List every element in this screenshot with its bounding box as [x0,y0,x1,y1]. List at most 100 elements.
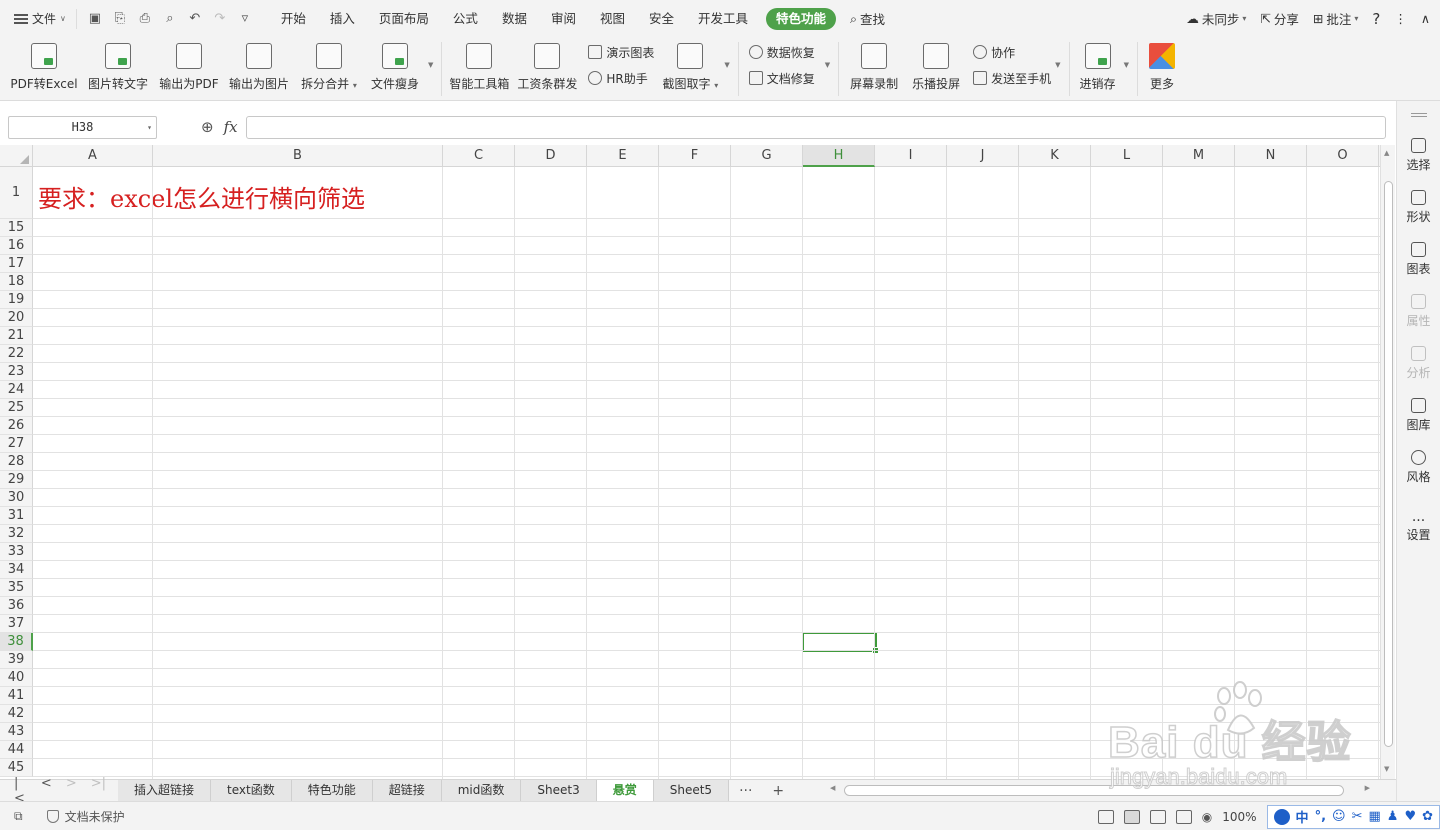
sheet-tab-text-function[interactable]: text函数 [211,779,292,802]
row-header-15[interactable]: 15 [0,219,33,237]
collaborate-button[interactable]: 协作 [973,43,1053,61]
sidebar-item-analysis[interactable]: 分析 [1397,337,1440,389]
tab-data[interactable]: 数据 [490,8,539,30]
sheet-tab-sheet5[interactable]: Sheet5 [653,779,730,802]
row-header-45[interactable]: 45 [0,759,33,777]
customize-icon[interactable]: ▿ [237,11,253,27]
tools-icon[interactable]: ✂ [1352,809,1363,824]
column-header-f[interactable]: F [659,145,731,167]
vertical-scroll-thumb[interactable] [1384,181,1393,747]
scroll-down-icon[interactable]: ▼ [1384,765,1389,773]
emoji-icon[interactable]: ☺ [1332,809,1346,824]
column-header-c[interactable]: C [443,145,515,167]
row-header-33[interactable]: 33 [0,543,33,561]
add-sheet-icon[interactable]: + [762,783,794,799]
eye-protection-icon[interactable]: ◉ [1202,810,1212,824]
tab-home[interactable]: 开始 [269,8,318,30]
column-header-n[interactable]: N [1235,145,1307,167]
ime-mode[interactable]: 中 [1296,807,1309,826]
selected-cell-h38[interactable] [802,632,879,654]
comment-button[interactable]: ⊞ 批注 ▾ [1313,9,1359,28]
row-header-31[interactable]: 31 [0,507,33,525]
image-to-text-button[interactable]: 图片转文字 [82,37,154,101]
group-expand-icon[interactable]: ▼ [1055,61,1060,69]
pdf-to-excel-button[interactable]: PDF转Excel [6,37,82,101]
demo-chart-button[interactable]: 演示图表 [588,43,658,61]
scroll-right-icon[interactable]: ▶ [1365,784,1370,792]
sidebar-collapse-icon[interactable] [1397,101,1440,129]
export-image-button[interactable]: 输出为图片 [224,37,294,101]
column-header-j[interactable]: J [947,145,1019,167]
macro-icon[interactable]: ⧉ [14,809,23,824]
formula-input[interactable] [245,115,1386,139]
tab-security[interactable]: 安全 [637,8,686,30]
chevron-down-icon[interactable]: ▾ [147,123,152,132]
column-header-i[interactable]: I [875,145,947,167]
screenshot-text-button[interactable]: 截图取字 ▾ [658,37,722,101]
column-header-l[interactable]: L [1091,145,1163,167]
more-sheets-icon[interactable]: ··· [729,783,762,799]
row-header-38[interactable]: 38 [0,633,33,651]
select-all-corner[interactable] [0,145,33,167]
scroll-left-icon[interactable]: ◀ [830,784,835,792]
payslip-mass-send-button[interactable]: 工资条群发 [512,37,582,101]
document-protection[interactable]: 文档未保护 [46,808,125,825]
row-header-41[interactable]: 41 [0,687,33,705]
group-expand-icon[interactable]: ▼ [825,61,830,69]
normal-view-icon[interactable] [1123,809,1140,824]
sheet-tab-sheet3[interactable]: Sheet3 [521,779,597,802]
user-icon[interactable]: ♟ [1387,809,1399,824]
row-header-22[interactable]: 22 [0,345,33,363]
more-button[interactable]: 更多 [1142,37,1182,101]
row-header-1[interactable]: 1 [0,167,33,219]
help-button[interactable]: ? [1372,10,1380,28]
column-header-d[interactable]: D [515,145,587,167]
column-header-o[interactable]: O [1307,145,1379,167]
tab-page-layout[interactable]: 页面布局 [367,8,441,30]
sidebar-item-style[interactable]: 风格 [1397,441,1440,493]
tab-view[interactable]: 视图 [588,8,637,30]
row-header-26[interactable]: 26 [0,417,33,435]
column-header-m[interactable]: M [1163,145,1235,167]
send-to-phone-button[interactable]: 发送至手机 [973,69,1053,87]
column-header-b[interactable]: B [153,145,443,167]
row-header-36[interactable]: 36 [0,597,33,615]
row-header-32[interactable]: 32 [0,525,33,543]
redo-icon[interactable]: ↷ [212,11,228,27]
collapse-ribbon-icon[interactable]: ∧ [1421,11,1430,26]
file-slim-button[interactable]: 文件瘦身 [364,37,426,101]
sidebar-item-properties[interactable]: 属性 [1397,285,1440,337]
group-expand-icon[interactable]: ▼ [428,61,433,69]
row-header-28[interactable]: 28 [0,453,33,471]
output-icon[interactable]: ⎘ [112,11,128,27]
column-header-h[interactable]: H [803,145,875,167]
sheet-tab-mid-function[interactable]: mid函数 [441,779,522,802]
sheet-tab-bounty[interactable]: 悬赏 [596,779,654,802]
row-header-18[interactable]: 18 [0,273,33,291]
tab-special-features[interactable]: 特色功能 [766,7,837,30]
split-merge-button[interactable]: 拆分合并 ▾ [294,37,364,101]
column-header-e[interactable]: E [587,145,659,167]
find-button[interactable]: ⌕ 查找 [842,9,893,28]
undo-icon[interactable]: ↶ [187,11,203,27]
ime-toolbar[interactable]: 中 °, ☺ ✂ ▦ ♟ ♥ ✿ [1266,804,1440,829]
row-header-42[interactable]: 42 [0,705,33,723]
more-options-icon[interactable]: ⋮ [1394,11,1407,26]
inventory-button[interactable]: 进销存 [1074,37,1122,101]
row-header-30[interactable]: 30 [0,489,33,507]
print-icon[interactable]: ⎙ [137,11,153,27]
document-repair-button[interactable]: 文档修复 [748,69,823,87]
row-header-34[interactable]: 34 [0,561,33,579]
row-header-16[interactable]: 16 [0,237,33,255]
row-header-43[interactable]: 43 [0,723,33,741]
vertical-scrollbar[interactable]: ▲ ▼ [1380,145,1395,779]
tab-review[interactable]: 审阅 [539,8,588,30]
gear-icon[interactable]: ✿ [1422,809,1433,824]
row-header-23[interactable]: 23 [0,363,33,381]
row-header-19[interactable]: 19 [0,291,33,309]
row-header-27[interactable]: 27 [0,435,33,453]
zoom-level[interactable]: 100% [1222,810,1256,824]
cell-a1[interactable]: 要求：excel怎么进行横向筛选 [38,179,365,214]
file-menu[interactable]: 文件 ∨ [0,0,76,37]
tab-insert[interactable]: 插入 [318,8,367,30]
